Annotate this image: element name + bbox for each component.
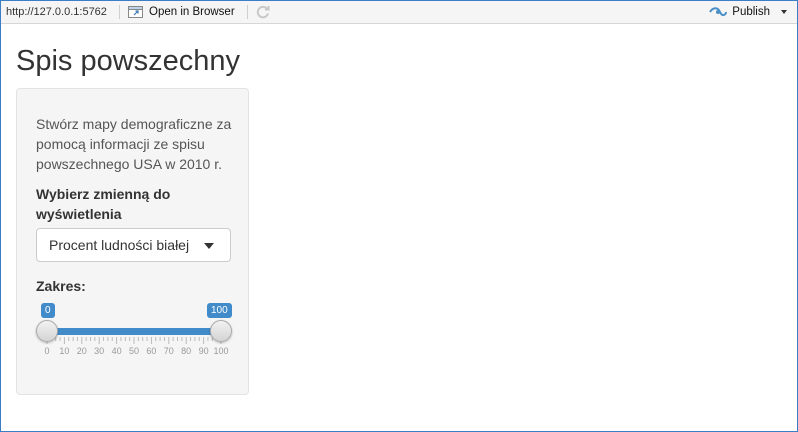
- chevron-down-icon: [204, 243, 214, 249]
- sidebar-description: Stwórz mapy demograficzne za pomocą info…: [36, 116, 232, 172]
- slider-tick-label: 50: [128, 346, 140, 356]
- page-title: Spis powszechny: [16, 45, 241, 77]
- open-in-browser-label: Open in Browser: [149, 6, 235, 18]
- url-text: http://127.0.0.1:5762: [6, 6, 107, 18]
- slider-handle-max[interactable]: [210, 320, 232, 342]
- publish-icon: [709, 7, 728, 16]
- open-in-browser-icon: [128, 6, 143, 18]
- slider-tick-label: 40: [111, 346, 122, 356]
- slider-tick-label: 100: [213, 346, 229, 356]
- sidebar-panel: Stwórz mapy demograficzne za pomocą info…: [16, 88, 249, 395]
- slider-tick-label: 60: [146, 346, 157, 356]
- select-value: Procent ludności białej: [49, 237, 190, 253]
- caret-down-icon[interactable]: [781, 10, 787, 14]
- slider-tick-label: 30: [94, 346, 105, 356]
- open-in-browser-button[interactable]: Open in Browser: [128, 4, 235, 20]
- slider-tick-label: 10: [59, 346, 70, 356]
- range-slider[interactable]: 0 100 0 10 20 30 40 50 60 70 80 90 100: [34, 299, 234, 359]
- slider-tick-label: 80: [181, 346, 192, 356]
- slider-tick-label: 90: [198, 346, 209, 356]
- slider-tick-label: 70: [163, 346, 174, 356]
- slider-handle-min[interactable]: [36, 320, 58, 342]
- slider-tick-label: 0: [44, 346, 50, 356]
- publish-button[interactable]: Publish: [709, 4, 787, 20]
- refresh-icon[interactable]: [255, 4, 271, 20]
- range-label: Zakres:: [36, 278, 86, 294]
- toolbar-divider: [247, 5, 248, 19]
- variable-select[interactable]: Procent ludności białej: [36, 228, 231, 262]
- publish-label: Publish: [732, 6, 770, 18]
- toolbar-divider: [119, 5, 120, 19]
- viewer-toolbar: http://127.0.0.1:5762 Open in Browser Pu…: [1, 1, 797, 24]
- slider-tick-label: 20: [76, 346, 87, 356]
- select-label: Wybierz zmienną do wyświetlenia: [36, 186, 171, 222]
